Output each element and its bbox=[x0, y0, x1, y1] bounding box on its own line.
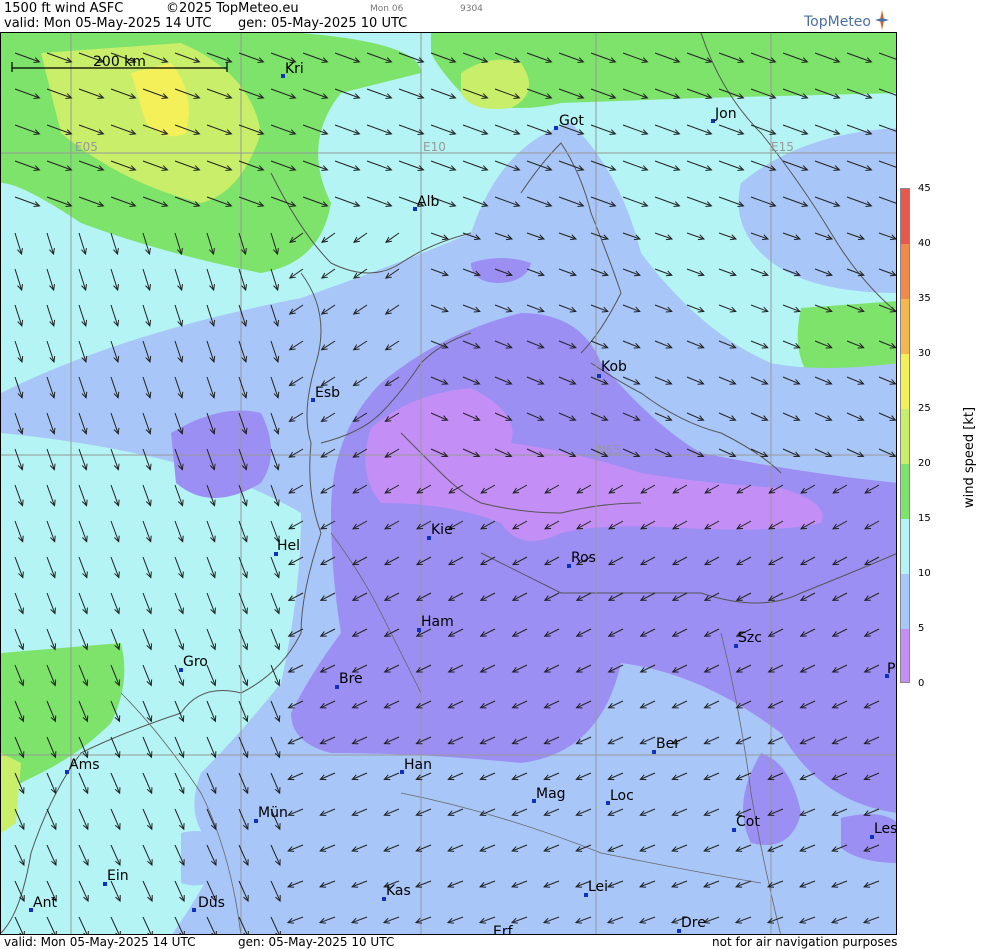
legend-band-0-5 bbox=[901, 629, 909, 682]
city-label-han: Han bbox=[404, 757, 432, 773]
city-label-kie: Kie bbox=[431, 522, 453, 538]
city-label-kas: Kas bbox=[386, 883, 411, 899]
valid-time: valid: Mon 05-May-2025 14 UTC bbox=[4, 16, 212, 31]
city-label-szc: Szc bbox=[738, 630, 762, 646]
product-title: 1500 ft wind ASFC bbox=[4, 1, 124, 16]
city-label-bre: Bre bbox=[339, 671, 363, 687]
legend-tick-10: 10 bbox=[918, 568, 931, 579]
legend-tick-40: 40 bbox=[918, 238, 931, 249]
city-label-ber: Ber bbox=[656, 736, 680, 752]
next-day-label[interactable]: Mon 06 bbox=[370, 4, 403, 14]
wind-map[interactable]: E05 E10 E15 N55 200 km Kri Got Jon Alb K… bbox=[0, 32, 897, 935]
city-label-kri: Kri bbox=[285, 61, 304, 77]
run-code: 9304 bbox=[460, 4, 483, 14]
generated-time: gen: 05-May-2025 10 UTC bbox=[238, 16, 408, 31]
city-marker-dus bbox=[192, 908, 196, 912]
city-label-ham: Ham bbox=[421, 614, 454, 630]
city-label-mun: Mün bbox=[258, 805, 288, 821]
city-marker-got bbox=[554, 126, 558, 130]
legend-band-10-15 bbox=[901, 519, 909, 574]
legend-band-25-30 bbox=[901, 354, 909, 409]
city-label-alb: Alb bbox=[417, 194, 439, 210]
topmeteo-logo: TopMeteo bbox=[804, 10, 890, 30]
copyright-text: ©2025 TopMeteo.eu bbox=[166, 1, 299, 16]
city-label-hel: Hel bbox=[277, 538, 300, 554]
city-label-ant: Ant bbox=[33, 895, 57, 911]
legend-band-20-25 bbox=[901, 409, 909, 464]
legend-tick-30: 30 bbox=[918, 348, 931, 359]
city-label-p: P bbox=[887, 661, 895, 677]
footer-valid-time: valid: Mon 05-May-2025 14 UTC bbox=[4, 935, 196, 949]
city-label-ein: Ein bbox=[107, 868, 129, 884]
city-label-ros: Ros bbox=[571, 550, 596, 566]
grid-label-e15: E15 bbox=[771, 140, 794, 154]
city-label-lei: Lei bbox=[588, 879, 608, 895]
city-label-erf: Erf bbox=[493, 924, 514, 935]
compass-icon bbox=[875, 10, 890, 30]
legend-band-5-10 bbox=[901, 574, 909, 629]
city-label-dre: Dre bbox=[681, 915, 706, 931]
footer-disclaimer: not for air navigation purposes bbox=[712, 935, 898, 949]
footer-generated-time: gen: 05-May-2025 10 UTC bbox=[238, 935, 395, 949]
grid-label-e10: E10 bbox=[423, 140, 446, 154]
city-label-ams: Ams bbox=[69, 757, 100, 773]
legend-tick-45: 45 bbox=[918, 183, 931, 194]
city-label-kob: Kob bbox=[601, 359, 627, 375]
grid-label-n55: N55 bbox=[597, 443, 621, 457]
legend-band-35-40 bbox=[901, 244, 909, 299]
legend-tick-35: 35 bbox=[918, 293, 931, 304]
city-label-cot: Cot bbox=[736, 814, 760, 830]
city-label-les: Les bbox=[874, 821, 897, 837]
legend-tick-25: 25 bbox=[918, 403, 931, 414]
grid-label-e05: E05 bbox=[75, 140, 98, 154]
city-label-esb: Esb bbox=[315, 385, 340, 401]
city-label-gro: Gro bbox=[183, 654, 208, 670]
city-label-mag: Mag bbox=[536, 786, 566, 802]
legend-band-15-20 bbox=[901, 464, 909, 519]
city-label-dus: Düs bbox=[198, 895, 225, 911]
logo-text: TopMeteo bbox=[804, 14, 871, 30]
scale-bar-label: 200 km bbox=[93, 54, 146, 70]
legend-tick-5: 5 bbox=[918, 623, 925, 634]
legend-title: wind speed [kt] bbox=[962, 406, 977, 508]
legend-band-40-45 bbox=[901, 189, 909, 244]
wind-map-canvas: E05 E10 E15 N55 200 km Kri Got Jon Alb K… bbox=[1, 33, 897, 935]
wind-speed-legend bbox=[900, 188, 910, 683]
legend-tick-15: 15 bbox=[918, 513, 931, 524]
legend-tick-20: 20 bbox=[918, 458, 931, 469]
legend-band-30-35 bbox=[901, 299, 909, 354]
city-label-got: Got bbox=[559, 113, 584, 129]
footer: valid: Mon 05-May-2025 14 UTC gen: 05-Ma… bbox=[0, 935, 989, 949]
city-label-jon: Jon bbox=[714, 106, 737, 122]
legend-tick-0: 0 bbox=[918, 678, 925, 689]
city-label-loc: Loc bbox=[610, 788, 634, 804]
